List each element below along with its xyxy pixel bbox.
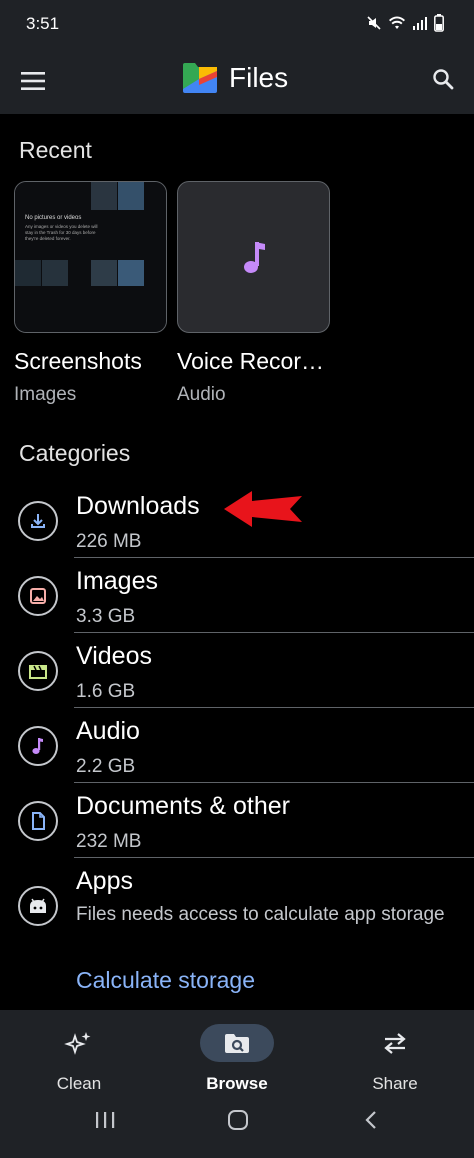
sparkle-icon [64, 1032, 91, 1055]
status-bar: 3:51 [0, 0, 474, 48]
mute-icon [367, 16, 381, 30]
audio-icon [18, 726, 58, 766]
categories-section-title: Categories [19, 440, 131, 466]
category-name: Audio [76, 717, 140, 745]
home-icon [228, 1110, 248, 1130]
back-button[interactable] [363, 1110, 379, 1135]
nav-icon-wrap [42, 1024, 116, 1062]
category-size: 232 MB [76, 831, 142, 852]
recent-card-voice-recorder[interactable] [177, 181, 330, 333]
download-icon [18, 501, 58, 541]
search-button[interactable] [428, 64, 458, 94]
document-icon [18, 801, 58, 841]
recent-card-screenshots[interactable]: No pictures or videos Any images or vide… [14, 181, 167, 333]
divider [74, 557, 474, 558]
category-message: Files needs access to calculate app stor… [76, 904, 445, 925]
recent-apps-icon [96, 1112, 115, 1128]
category-documents[interactable]: Documents & other 232 MB [0, 784, 474, 859]
image-icon [18, 576, 58, 616]
divider [74, 632, 474, 633]
thumb-tile [15, 260, 41, 286]
nav-browse[interactable]: Browse [182, 1024, 292, 1094]
thumb-text: No pictures or videos [25, 215, 82, 221]
category-size: 1.6 GB [76, 681, 136, 702]
category-name: Downloads [76, 492, 200, 520]
divider [74, 707, 474, 708]
category-audio[interactable]: Audio 2.2 GB [0, 709, 474, 784]
divider [74, 857, 474, 858]
thumb-tile [91, 182, 117, 210]
nav-label: Share [372, 1074, 418, 1093]
recent-section-title: Recent [19, 137, 92, 163]
search-icon [433, 69, 454, 90]
recent-item-name: Screenshots [14, 348, 142, 374]
status-icons [366, 14, 444, 32]
share-swap-icon [384, 1033, 406, 1054]
video-icon [18, 651, 58, 691]
recent-apps-button[interactable] [94, 1110, 116, 1135]
thumb-tile [118, 260, 144, 286]
app-title-group: Files [183, 62, 288, 94]
music-note-icon [244, 242, 265, 273]
nav-icon-wrap [358, 1024, 432, 1062]
hamburger-menu-icon [21, 72, 45, 90]
wifi-icon [389, 16, 405, 29]
home-button[interactable] [227, 1110, 249, 1135]
menu-button[interactable] [18, 66, 48, 96]
nav-label: Browse [206, 1074, 268, 1093]
category-name: Apps [76, 867, 133, 895]
app-bar: Files [0, 48, 474, 114]
thumb-subtext: Any images or videos you delete will sta… [25, 224, 98, 241]
nav-active-pill [200, 1024, 274, 1062]
recent-item-type: Audio [177, 384, 226, 405]
thumb-tile [118, 182, 144, 210]
category-images[interactable]: Images 3.3 GB [0, 559, 474, 634]
back-icon [365, 1111, 376, 1129]
category-name: Documents & other [76, 792, 290, 820]
annotation-arrow [224, 491, 302, 527]
signal-icon [413, 17, 427, 30]
files-logo-icon [183, 63, 217, 93]
browse-icon [225, 1034, 249, 1053]
thumb-tile [91, 260, 117, 286]
category-size: 2.2 GB [76, 756, 136, 777]
nav-share[interactable]: Share [340, 1024, 450, 1094]
bottom-nav: Clean Browse Share [0, 1010, 474, 1158]
category-size: 3.3 GB [76, 606, 136, 627]
nav-clean[interactable]: Clean [24, 1024, 134, 1094]
category-videos[interactable]: Videos 1.6 GB [0, 634, 474, 709]
screenshot-thumbnail: No pictures or videos Any images or vide… [15, 182, 166, 332]
nav-label: Clean [56, 1074, 102, 1093]
battery-icon [434, 14, 444, 32]
thumb-tile [42, 260, 68, 286]
category-size: 226 MB [76, 531, 142, 552]
divider [74, 782, 474, 783]
recent-item-name: Voice Recor… [177, 348, 325, 374]
category-name: Images [76, 567, 158, 595]
apps-icon [18, 886, 58, 926]
app-title: Files [229, 62, 289, 93]
calculate-storage-link[interactable]: Calculate storage [76, 967, 255, 994]
status-time: 3:51 [26, 14, 60, 33]
category-name: Videos [76, 642, 152, 670]
recent-item-type: Images [14, 384, 77, 405]
